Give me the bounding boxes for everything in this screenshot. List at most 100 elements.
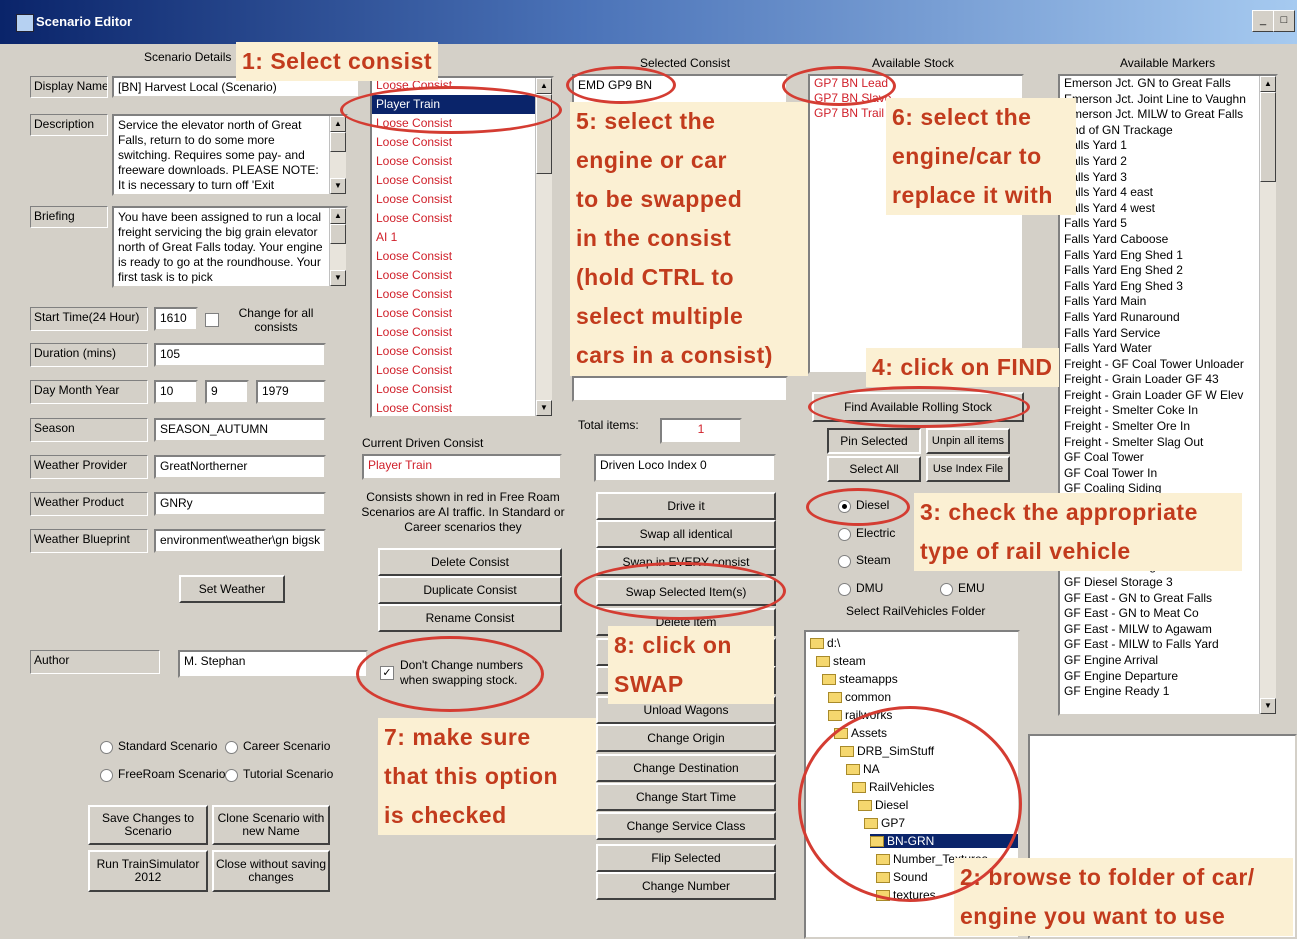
start-time-field[interactable]: 1610	[154, 307, 198, 331]
tree-node[interactable]: Assets	[834, 726, 887, 740]
marker-list-item[interactable]: Falls Yard 4 east	[1060, 185, 1276, 201]
tree-node[interactable]: textures	[876, 888, 936, 902]
consist-list-item[interactable]: Loose Consist	[372, 152, 552, 171]
consist-list-item[interactable]: Loose Consist	[372, 285, 552, 304]
marker-list-item[interactable]: Freight - Smelter Slag Out	[1060, 435, 1276, 451]
run-trainsimulator-button[interactable]: Run TrainSimulator 2012	[88, 850, 208, 892]
description-field[interactable]: Service the elevator north of Great Fall…	[112, 114, 348, 196]
marker-list-item[interactable]: Emerson Jct. GN to Great Falls	[1060, 76, 1276, 92]
consist-list-item[interactable]: Loose Consist	[372, 266, 552, 285]
marker-list-item[interactable]: Freight - Grain Loader GF 43	[1060, 372, 1276, 388]
consist-list-item[interactable]: Loose Consist	[372, 342, 552, 361]
unpin-all-button[interactable]: Unpin all items	[926, 428, 1010, 454]
marker-list-item[interactable]: GF East - GN to Great Falls	[1060, 591, 1276, 607]
marker-list-item[interactable]: Freight - GF Coal Tower Unloader	[1060, 357, 1276, 373]
save-changes-button[interactable]: Save Changes to Scenario	[88, 805, 208, 845]
tree-node[interactable]: d:\	[810, 636, 840, 650]
consist-list-item[interactable]: Loose Consist	[372, 190, 552, 209]
marker-list-item[interactable]: Falls Yard Service	[1060, 326, 1276, 342]
tree-node[interactable]: RailVehicles	[852, 780, 934, 794]
marker-list-item[interactable]: Falls Yard Caboose	[1060, 232, 1276, 248]
diesel-radio[interactable]	[838, 500, 851, 513]
change-all-consists-checkbox[interactable]	[205, 313, 219, 327]
consist-list-item[interactable]: Loose Consist	[372, 247, 552, 266]
duplicate-consist-button[interactable]: Duplicate Consist	[378, 576, 562, 604]
marker-list-item[interactable]: GF Engine Departure	[1060, 669, 1276, 685]
flip-selected-button[interactable]: Flip Selected	[596, 844, 776, 872]
tree-node[interactable]: DRB_SimStuff	[840, 744, 934, 758]
marker-list-item[interactable]: GF Engine Ready 1	[1060, 684, 1276, 700]
change-origin-button[interactable]: Change Origin	[596, 724, 776, 752]
marker-list-item[interactable]: Falls Yard Eng Shed 3	[1060, 279, 1276, 295]
description-scrollbar[interactable]: ▲ ▼	[329, 116, 346, 194]
set-weather-button[interactable]: Set Weather	[179, 575, 285, 603]
weather-product-field[interactable]: GNRy	[154, 492, 326, 516]
swap-selected-items-button[interactable]: Swap Selected Item(s)	[596, 578, 776, 606]
year-field[interactable]: 1979	[256, 380, 326, 404]
marker-list-item[interactable]: Falls Yard 1	[1060, 138, 1276, 154]
selected-consist-item[interactable]: EMD GP9 BN	[574, 76, 786, 95]
maximize-button[interactable]: □	[1273, 10, 1295, 32]
selected-consist-input[interactable]	[572, 376, 788, 402]
change-service-class-button[interactable]: Change Service Class	[596, 812, 776, 840]
tree-node[interactable]: Diesel	[858, 798, 908, 812]
author-field[interactable]: M. Stephan	[178, 650, 368, 678]
consist-list-item[interactable]: Loose Consist	[372, 209, 552, 228]
consist-list-item[interactable]: Loose Consist	[372, 323, 552, 342]
season-field[interactable]: SEASON_AUTUMN	[154, 418, 326, 442]
clone-scenario-button[interactable]: Clone Scenario with new Name	[212, 805, 330, 845]
month-field[interactable]: 9	[205, 380, 249, 404]
marker-list-item[interactable]: End of GN Trackage	[1060, 123, 1276, 139]
weather-provider-field[interactable]: GreatNortherner	[154, 455, 326, 479]
tree-node[interactable]: steamapps	[822, 672, 898, 686]
tree-node[interactable]: NA	[846, 762, 880, 776]
day-field[interactable]: 10	[154, 380, 198, 404]
swap-all-identical-button[interactable]: Swap all identical	[596, 520, 776, 548]
consist-list-item[interactable]: Loose Consist	[372, 380, 552, 399]
marker-list-item[interactable]: Falls Yard Water	[1060, 341, 1276, 357]
minimize-button[interactable]: _	[1252, 10, 1274, 32]
duration-field[interactable]: 105	[154, 343, 326, 367]
marker-list-item[interactable]: Falls Yard Eng Shed 2	[1060, 263, 1276, 279]
consist-list[interactable]: Loose Consist Player Train Loose Consist…	[370, 76, 554, 418]
available-stock-item[interactable]: GP7 BN Lead	[810, 76, 1022, 91]
tree-node[interactable]: Sound	[876, 870, 928, 884]
marker-list-item[interactable]: Freight - Smelter Coke In	[1060, 403, 1276, 419]
markers-list[interactable]: Emerson Jct. GN to Great Falls Emerson Jc…	[1058, 74, 1278, 716]
emu-radio[interactable]	[940, 583, 953, 596]
tree-node[interactable]: common	[828, 690, 891, 704]
consist-list-item[interactable]: Loose Consist	[372, 133, 552, 152]
marker-list-item[interactable]: Falls Yard 3	[1060, 170, 1276, 186]
consist-list-item[interactable]: Loose Consist	[372, 361, 552, 380]
marker-list-item[interactable]: GF Coal Tower In	[1060, 466, 1276, 482]
marker-list-item[interactable]: GF East - GN to Meat Co	[1060, 606, 1276, 622]
marker-list-item[interactable]: Falls Yard Eng Shed 1	[1060, 248, 1276, 264]
tree-node-selected[interactable]: BN-GRN	[870, 834, 1018, 848]
marker-list-item[interactable]: Emerson Jct. Joint Line to Vaughn	[1060, 92, 1276, 108]
briefing-scrollbar[interactable]: ▲ ▼	[329, 208, 346, 286]
marker-list-item[interactable]: GF East - MILW to Agawam	[1060, 622, 1276, 638]
freeroam-scenario-radio[interactable]	[100, 769, 113, 782]
consist-list-item[interactable]: Loose Consist	[372, 114, 552, 133]
marker-list-item[interactable]: Falls Yard 2	[1060, 154, 1276, 170]
standard-scenario-radio[interactable]	[100, 741, 113, 754]
consist-list-item[interactable]: AI 1	[372, 228, 552, 247]
career-scenario-radio[interactable]	[225, 741, 238, 754]
consist-list-item[interactable]: Loose Consist	[372, 171, 552, 190]
tree-node[interactable]: GP7	[864, 816, 905, 830]
rename-consist-button[interactable]: Rename Consist	[378, 604, 562, 632]
driven-loco-index-field[interactable]: Driven Loco Index 0	[594, 454, 776, 482]
dmu-radio[interactable]	[838, 583, 851, 596]
drive-it-button[interactable]: Drive it	[596, 492, 776, 520]
tree-node[interactable]: steam	[816, 654, 866, 668]
swap-in-every-consist-button[interactable]: Swap in EVERY consist	[596, 548, 776, 576]
find-rolling-stock-button[interactable]: Find Available Rolling Stock	[812, 392, 1024, 422]
tutorial-scenario-radio[interactable]	[225, 769, 238, 782]
marker-list-item[interactable]: Freight - Smelter Ore In	[1060, 419, 1276, 435]
marker-list-item[interactable]: Emerson Jct. MILW to Great Falls	[1060, 107, 1276, 123]
consist-list-item[interactable]: Player Train	[372, 95, 552, 114]
consist-list-item[interactable]: Loose Consist	[372, 399, 552, 416]
consist-list-item[interactable]: Loose Consist	[372, 304, 552, 323]
change-destination-button[interactable]: Change Destination	[596, 754, 776, 782]
select-all-button[interactable]: Select All	[827, 456, 921, 482]
